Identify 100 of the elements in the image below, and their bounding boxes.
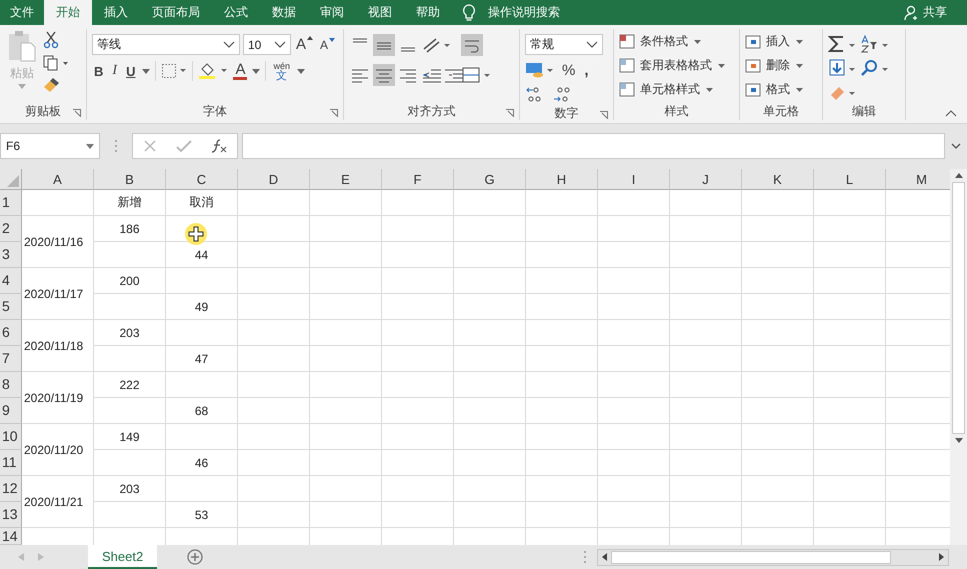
sheet-tab[interactable]: Sheet2 <box>88 545 158 569</box>
grow-font-button[interactable]: A <box>294 36 316 53</box>
column-header[interactable]: M <box>886 169 950 190</box>
align-center-icon[interactable] <box>373 64 395 86</box>
column-header[interactable]: C <box>166 169 238 190</box>
ribbon-tab[interactable]: 插入 <box>92 0 140 25</box>
font-name-dropdown[interactable]: 等线 <box>92 34 240 55</box>
row-header[interactable]: 4 <box>0 268 22 294</box>
column-header[interactable]: L <box>814 169 886 190</box>
scroll-up-icon[interactable] <box>954 173 962 178</box>
ribbon-tab[interactable]: 开始 <box>44 0 92 25</box>
dialog-launcher-icon[interactable] <box>330 109 338 117</box>
style-menu-button[interactable]: 单元格样式 <box>619 79 734 100</box>
style-menu-button[interactable]: 套用表格格式 <box>619 55 734 76</box>
column-header[interactable]: J <box>670 169 742 190</box>
chevron-down-icon <box>223 40 235 48</box>
row-header[interactable]: 5 <box>0 294 22 320</box>
column-header[interactable]: D <box>238 169 310 190</box>
row-header[interactable]: 9 <box>0 398 22 424</box>
number-format-dropdown[interactable]: 常规 <box>525 34 603 55</box>
chevron-down-icon <box>586 40 598 48</box>
row-header[interactable]: 14 <box>0 528 22 545</box>
scrollbar-thumb[interactable] <box>611 550 891 564</box>
row-header[interactable]: 3 <box>0 242 22 268</box>
row-header[interactable]: 2 <box>0 216 22 242</box>
font-color-button[interactable]: A <box>233 62 248 80</box>
shrink-font-button[interactable]: A <box>318 38 338 52</box>
italic-button[interactable]: I <box>110 63 120 79</box>
row-header[interactable]: 8 <box>0 372 22 398</box>
drag-handle-icon[interactable] <box>583 550 587 564</box>
scissors-icon[interactable] <box>43 31 59 49</box>
row-header[interactable]: 12 <box>0 476 22 502</box>
column-header[interactable]: B <box>94 169 166 190</box>
style-menu-button[interactable]: 条件格式 <box>619 31 734 52</box>
ribbon-tab[interactable]: 审阅 <box>308 0 356 25</box>
align-middle-icon[interactable] <box>373 34 395 56</box>
dialog-launcher-icon[interactable] <box>600 111 608 119</box>
share-button[interactable]: 共享 <box>904 0 947 25</box>
copy-icon[interactable] <box>43 55 69 71</box>
border-icon[interactable] <box>161 63 188 79</box>
ribbon-tab[interactable]: 帮助 <box>404 0 452 25</box>
ribbon-tab[interactable]: 页面布局 <box>140 0 212 25</box>
fill-color-icon[interactable] <box>198 62 228 80</box>
caret-icon[interactable] <box>142 68 150 74</box>
insert-function-icon[interactable] <box>211 139 228 153</box>
scroll-right-icon[interactable] <box>939 553 944 561</box>
font-size-dropdown[interactable]: 10 <box>243 34 291 55</box>
column-header[interactable]: I <box>598 169 670 190</box>
name-box[interactable]: F6 <box>0 133 100 159</box>
add-sheet-icon[interactable] <box>187 549 204 565</box>
dialog-launcher-icon[interactable] <box>73 109 81 117</box>
wrap-text-icon[interactable] <box>461 34 483 56</box>
row-header[interactable]: 13 <box>0 502 22 528</box>
drag-handle-icon[interactable] <box>114 139 118 153</box>
sort-filter-icon[interactable] <box>860 34 890 54</box>
ribbon-tab[interactable]: 文件 <box>0 0 44 25</box>
phonetic-guide-button[interactable]: wén 文 <box>271 61 292 81</box>
scrollbar-thumb[interactable] <box>952 182 965 434</box>
row-header[interactable]: 7 <box>0 346 22 372</box>
row-header[interactable]: 11 <box>0 450 22 476</box>
format-painter-icon[interactable] <box>43 77 61 93</box>
ribbon-tab[interactable]: 视图 <box>356 0 404 25</box>
cells-menu-button[interactable]: 插入 <box>745 31 817 52</box>
search-icon[interactable] <box>860 58 890 78</box>
sum-icon[interactable] <box>828 34 858 54</box>
underline-button[interactable]: U <box>124 64 138 78</box>
checkmark-icon[interactable] <box>176 139 192 153</box>
vertical-scrollbar[interactable] <box>950 169 967 545</box>
comma-style-button[interactable]: , <box>582 62 591 78</box>
caret-icon <box>18 84 26 89</box>
ribbon-tab[interactable]: 数据 <box>260 0 308 25</box>
row-header[interactable]: 10 <box>0 424 22 450</box>
formula-input[interactable] <box>242 133 945 159</box>
bold-button[interactable]: B <box>92 64 106 78</box>
tell-me-search[interactable]: 操作说明搜索 <box>488 4 560 21</box>
column-header[interactable]: A <box>22 169 94 190</box>
scroll-down-icon[interactable] <box>954 438 962 443</box>
row-header[interactable]: 6 <box>0 320 22 346</box>
ribbon-tab[interactable]: 公式 <box>212 0 260 25</box>
scroll-left-icon[interactable] <box>602 553 607 561</box>
column-header[interactable]: G <box>454 169 526 190</box>
column-header[interactable]: H <box>526 169 598 190</box>
column-header[interactable]: E <box>310 169 382 190</box>
column-header[interactable]: K <box>742 169 814 190</box>
cells-menu-button[interactable]: 删除 <box>745 55 817 76</box>
horizontal-scrollbar[interactable] <box>597 548 949 566</box>
up-triangle-icon <box>307 36 314 40</box>
group-label: 剪贴板 <box>25 102 61 120</box>
expand-formula-icon[interactable] <box>951 143 961 149</box>
collapse-ribbon-icon[interactable] <box>945 109 957 117</box>
caret-icon[interactable] <box>296 68 305 74</box>
currency-icon[interactable] <box>525 61 555 79</box>
column-header[interactable]: F <box>382 169 454 190</box>
dialog-launcher-icon[interactable] <box>506 109 514 117</box>
cells-grid-icon <box>745 58 763 74</box>
cells-menu-button[interactable]: 格式 <box>745 79 817 100</box>
fill-down-icon[interactable] <box>828 58 858 78</box>
caret-icon[interactable] <box>252 68 260 74</box>
row-header[interactable]: 1 <box>0 190 22 216</box>
percent-button[interactable]: % <box>560 62 578 78</box>
